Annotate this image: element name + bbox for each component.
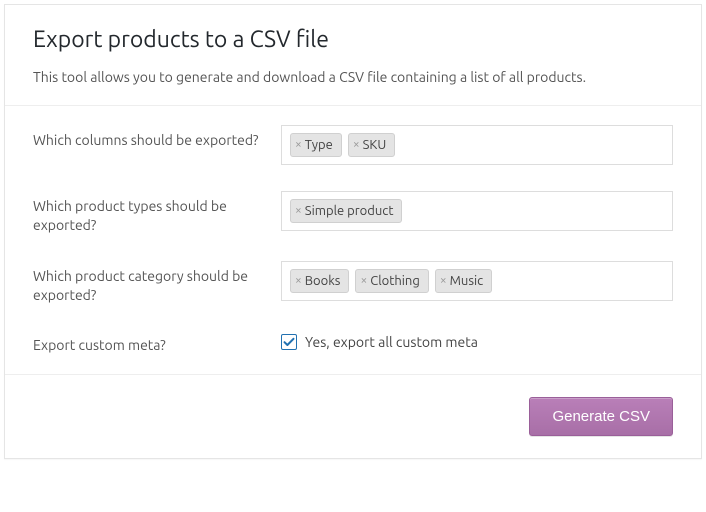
page-description: This tool allows you to generate and dow…: [33, 69, 673, 85]
close-icon[interactable]: ×: [295, 139, 302, 151]
check-icon: [283, 336, 295, 348]
tag[interactable]: ×Music: [435, 269, 492, 293]
label-meta: Export custom meta?: [33, 330, 281, 355]
page-title: Export products to a CSV file: [33, 25, 673, 55]
tag[interactable]: ×Books: [290, 269, 349, 293]
label-categories: Which product category should be exporte…: [33, 261, 281, 305]
close-icon[interactable]: ×: [295, 205, 302, 217]
label-types: Which product types should be exported?: [33, 191, 281, 235]
tag-label: Simple product: [305, 202, 394, 220]
columns-input[interactable]: ×Type×SKU: [281, 125, 673, 165]
meta-checkbox-label: Yes, export all custom meta: [305, 334, 478, 350]
tag-label: SKU: [363, 136, 387, 154]
row-categories: Which product category should be exporte…: [5, 248, 701, 318]
export-panel: Export products to a CSV file This tool …: [4, 4, 702, 459]
tag-label: Clothing: [370, 272, 420, 290]
tag[interactable]: ×Type: [290, 133, 342, 157]
tag-label: Music: [450, 272, 484, 290]
tag-label: Books: [305, 272, 341, 290]
tag-label: Type: [305, 136, 333, 154]
close-icon[interactable]: ×: [353, 139, 360, 151]
tag[interactable]: ×SKU: [348, 133, 395, 157]
row-columns: Which columns should be exported? ×Type×…: [5, 112, 701, 178]
close-icon[interactable]: ×: [360, 275, 367, 287]
meta-checkbox[interactable]: [281, 334, 297, 350]
form-block: Which columns should be exported? ×Type×…: [5, 105, 701, 374]
panel-header: Export products to a CSV file This tool …: [5, 5, 701, 105]
close-icon[interactable]: ×: [440, 275, 447, 287]
types-input[interactable]: ×Simple product: [281, 191, 673, 231]
row-types: Which product types should be exported? …: [5, 178, 701, 248]
generate-csv-button[interactable]: Generate CSV: [529, 397, 673, 436]
panel-footer: Generate CSV: [5, 374, 701, 458]
row-meta: Export custom meta? Yes, export all cust…: [5, 317, 701, 368]
tag[interactable]: ×Clothing: [355, 269, 428, 293]
close-icon[interactable]: ×: [295, 275, 302, 287]
categories-input[interactable]: ×Books×Clothing×Music: [281, 261, 673, 301]
tag[interactable]: ×Simple product: [290, 199, 402, 223]
label-columns: Which columns should be exported?: [33, 125, 281, 150]
